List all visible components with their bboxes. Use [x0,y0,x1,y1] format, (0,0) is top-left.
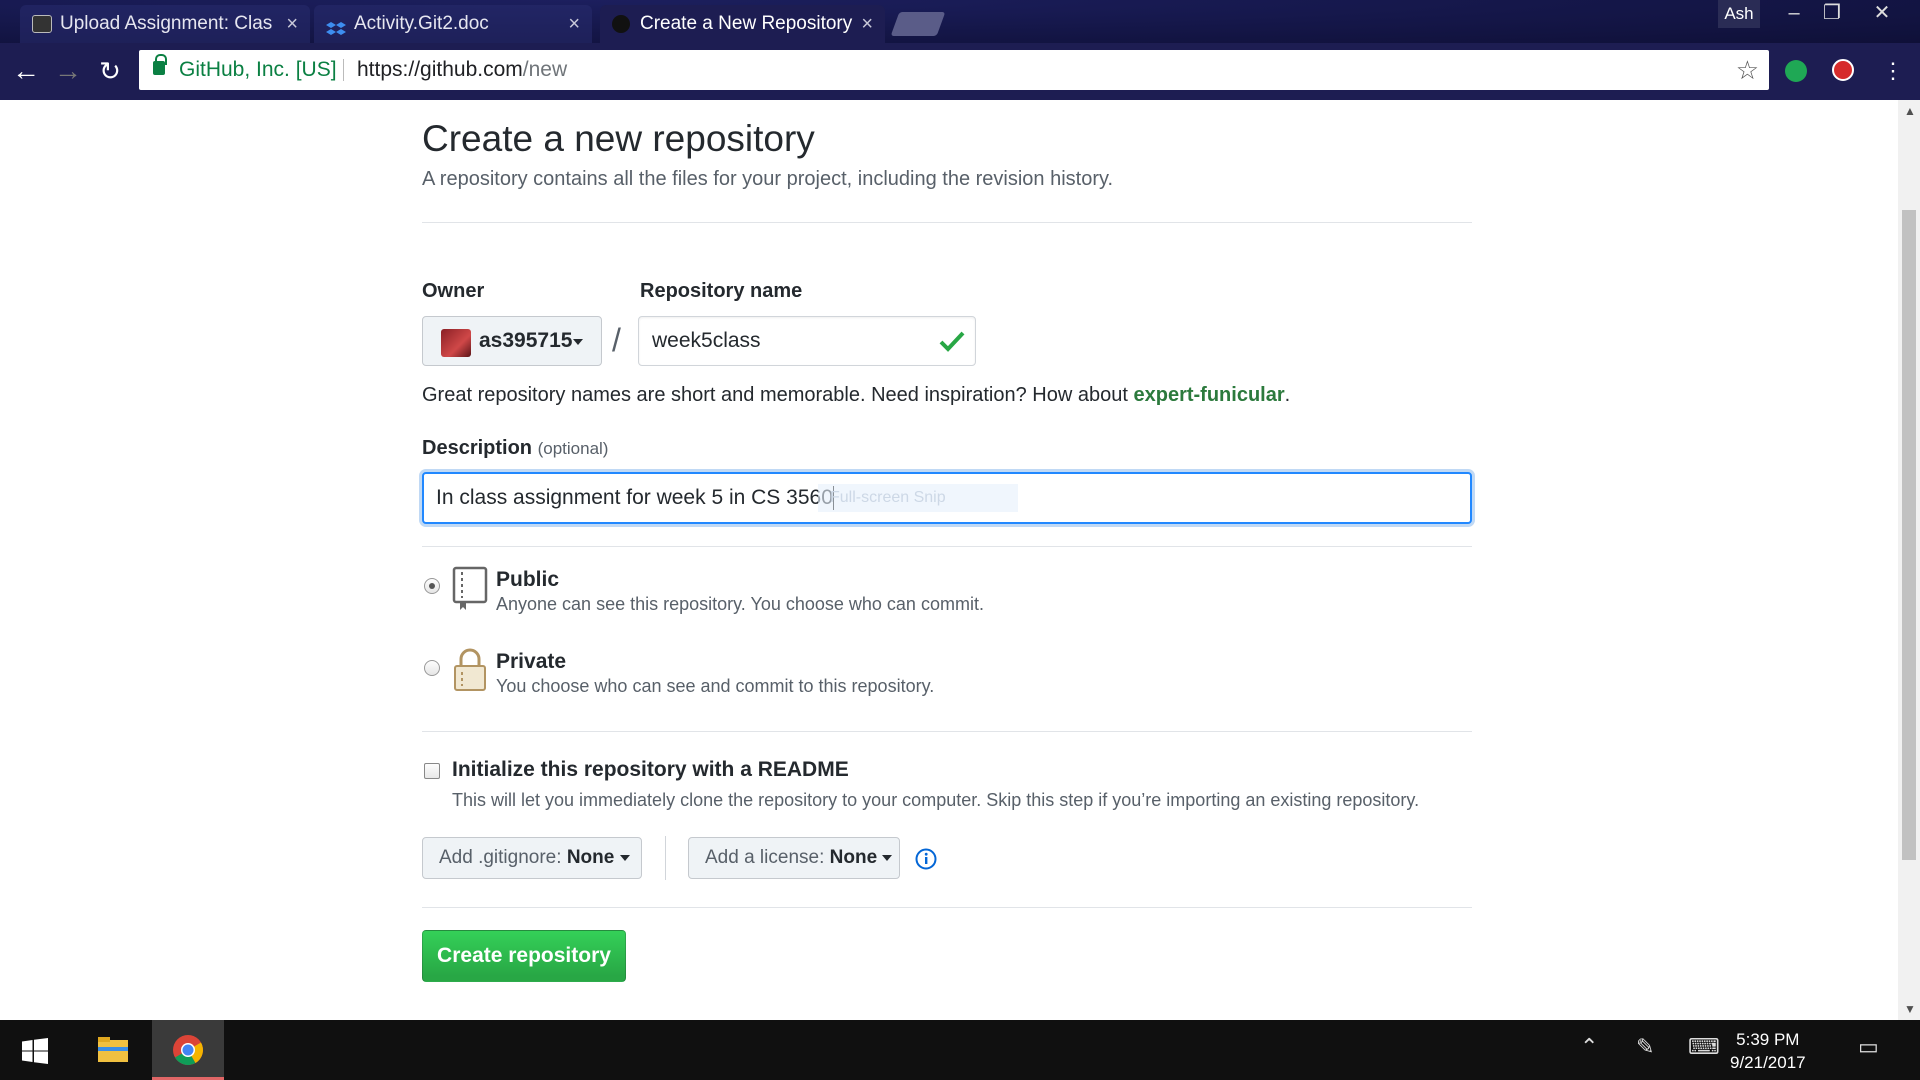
back-icon[interactable]: ← [8,53,44,89]
owner-label: Owner [422,280,485,302]
chrome-icon[interactable] [152,1020,224,1080]
taskbar: ⌃ ✎ ⌨ 5:39 PM 9/21/2017 ▭ [0,1020,1920,1080]
private-option-note: You choose who can see and commit to thi… [496,676,935,696]
site-identity: GitHub, Inc. [US] [179,58,337,81]
profile-button[interactable]: Ash [1718,0,1760,28]
scroll-down-icon[interactable]: ▼ [1904,1002,1916,1016]
divider [665,836,666,880]
menu-icon[interactable]: ⋮ [1875,53,1911,89]
restore-icon[interactable]: ❐ [1812,0,1852,28]
chevron-down-icon [573,339,583,345]
owner-repo-separator: / [612,322,621,358]
tab-title: Create a New Repository [640,13,853,34]
keyboard-icon[interactable]: ⌨ [1688,1034,1720,1060]
divider [422,546,1472,547]
divider [422,222,1472,223]
omnibox-divider [343,59,344,81]
repo-name-hint: Great repository names are short and mem… [422,384,1291,406]
repo-name-input[interactable]: week5class [638,316,976,366]
gitignore-select[interactable]: Add .gitignore: None [422,837,642,879]
chevron-down-icon [619,854,630,861]
forward-icon[interactable]: → [50,53,86,89]
repo-name-value: week5class [652,329,761,352]
optional-note: (optional) [537,439,609,458]
extension-shield-icon[interactable] [1832,59,1854,81]
address-bar[interactable]: GitHub, Inc. [US] https://github.com/new… [139,50,1769,90]
init-readme-title: Initialize this repository with a README [452,758,849,781]
license-select[interactable]: Add a license: None [688,837,900,879]
description-input[interactable]: In class assignment for week 5 in CS 356… [422,472,1472,524]
private-radio[interactable] [424,660,440,676]
minimize-icon[interactable]: – [1774,0,1814,28]
pen-icon[interactable]: ✎ [1636,1034,1654,1060]
page-scrollbar[interactable]: ▲ ▼ [1898,100,1920,1020]
blackboard-icon [32,15,52,33]
dropbox-icon [326,15,346,35]
close-window-icon[interactable]: ✕ [1862,0,1902,28]
lock-icon [454,648,486,691]
clock-time: 5:39 PM [1736,1030,1800,1049]
divider [422,731,1472,732]
tab-create-repository[interactable]: Create a New Repository × [600,5,885,43]
owner-name: as395715 [479,329,573,352]
browser-titlebar: Upload Assignment: Clas × Activity.Git2.… [0,0,1920,43]
tab-title: Upload Assignment: Clas [60,13,273,34]
tab-activity-doc[interactable]: Activity.Git2.doc × [314,5,592,43]
close-icon[interactable]: × [861,5,873,43]
divider [422,907,1472,908]
file-explorer-icon[interactable] [76,1020,148,1080]
windows-start-icon[interactable] [22,1038,48,1064]
owner-select[interactable]: as395715 [422,316,602,366]
tray-expand-icon[interactable]: ⌃ [1580,1034,1598,1060]
avatar [441,329,471,357]
chevron-down-icon [882,854,893,861]
clock-date: 9/21/2017 [1730,1053,1806,1072]
tab-upload-assignment[interactable]: Upload Assignment: Clas × [20,5,310,43]
system-clock[interactable]: 5:39 PM 9/21/2017 [1730,1028,1806,1074]
public-radio[interactable] [424,578,440,594]
page-subtitle: A repository contains all the files for … [422,168,1114,190]
lock-icon [153,54,167,75]
url-text[interactable]: https://github.com/new [357,50,567,90]
tab-title: Activity.Git2.doc [354,13,489,34]
repo-name-label: Repository name [640,280,803,302]
bookmark-star-icon[interactable]: ☆ [1736,50,1759,90]
init-readme-note: This will let you immediately clone the … [452,790,1420,810]
repo-icon [452,566,488,610]
github-icon [612,15,630,33]
snip-overlay: Full-screen Snip [818,484,1018,512]
description-value: In class assignment for week 5 in CS 356… [436,486,834,511]
init-readme-checkbox[interactable] [424,763,440,779]
extension-green-icon[interactable] [1785,60,1807,82]
private-option-title: Private [496,650,567,673]
scroll-up-icon[interactable]: ▲ [1904,104,1916,118]
info-icon[interactable] [915,848,937,870]
public-option-title: Public [496,568,560,591]
create-repository-button[interactable]: Create repository [422,930,626,982]
public-option-note: Anyone can see this repository. You choo… [496,594,984,614]
close-icon[interactable]: × [286,5,298,43]
reload-icon[interactable]: ↻ [92,53,128,89]
check-icon [939,331,965,352]
scroll-thumb[interactable] [1902,210,1916,860]
close-icon[interactable]: × [568,5,580,43]
new-tab-button[interactable] [890,12,946,36]
page-viewport: Create a new repository A repository con… [0,100,1898,1020]
page-title: Create a new repository [422,118,815,159]
name-suggestion-link[interactable]: expert-funicular [1133,384,1284,406]
notifications-icon[interactable]: ▭ [1858,1034,1879,1060]
description-label: Description (optional) [422,437,609,459]
